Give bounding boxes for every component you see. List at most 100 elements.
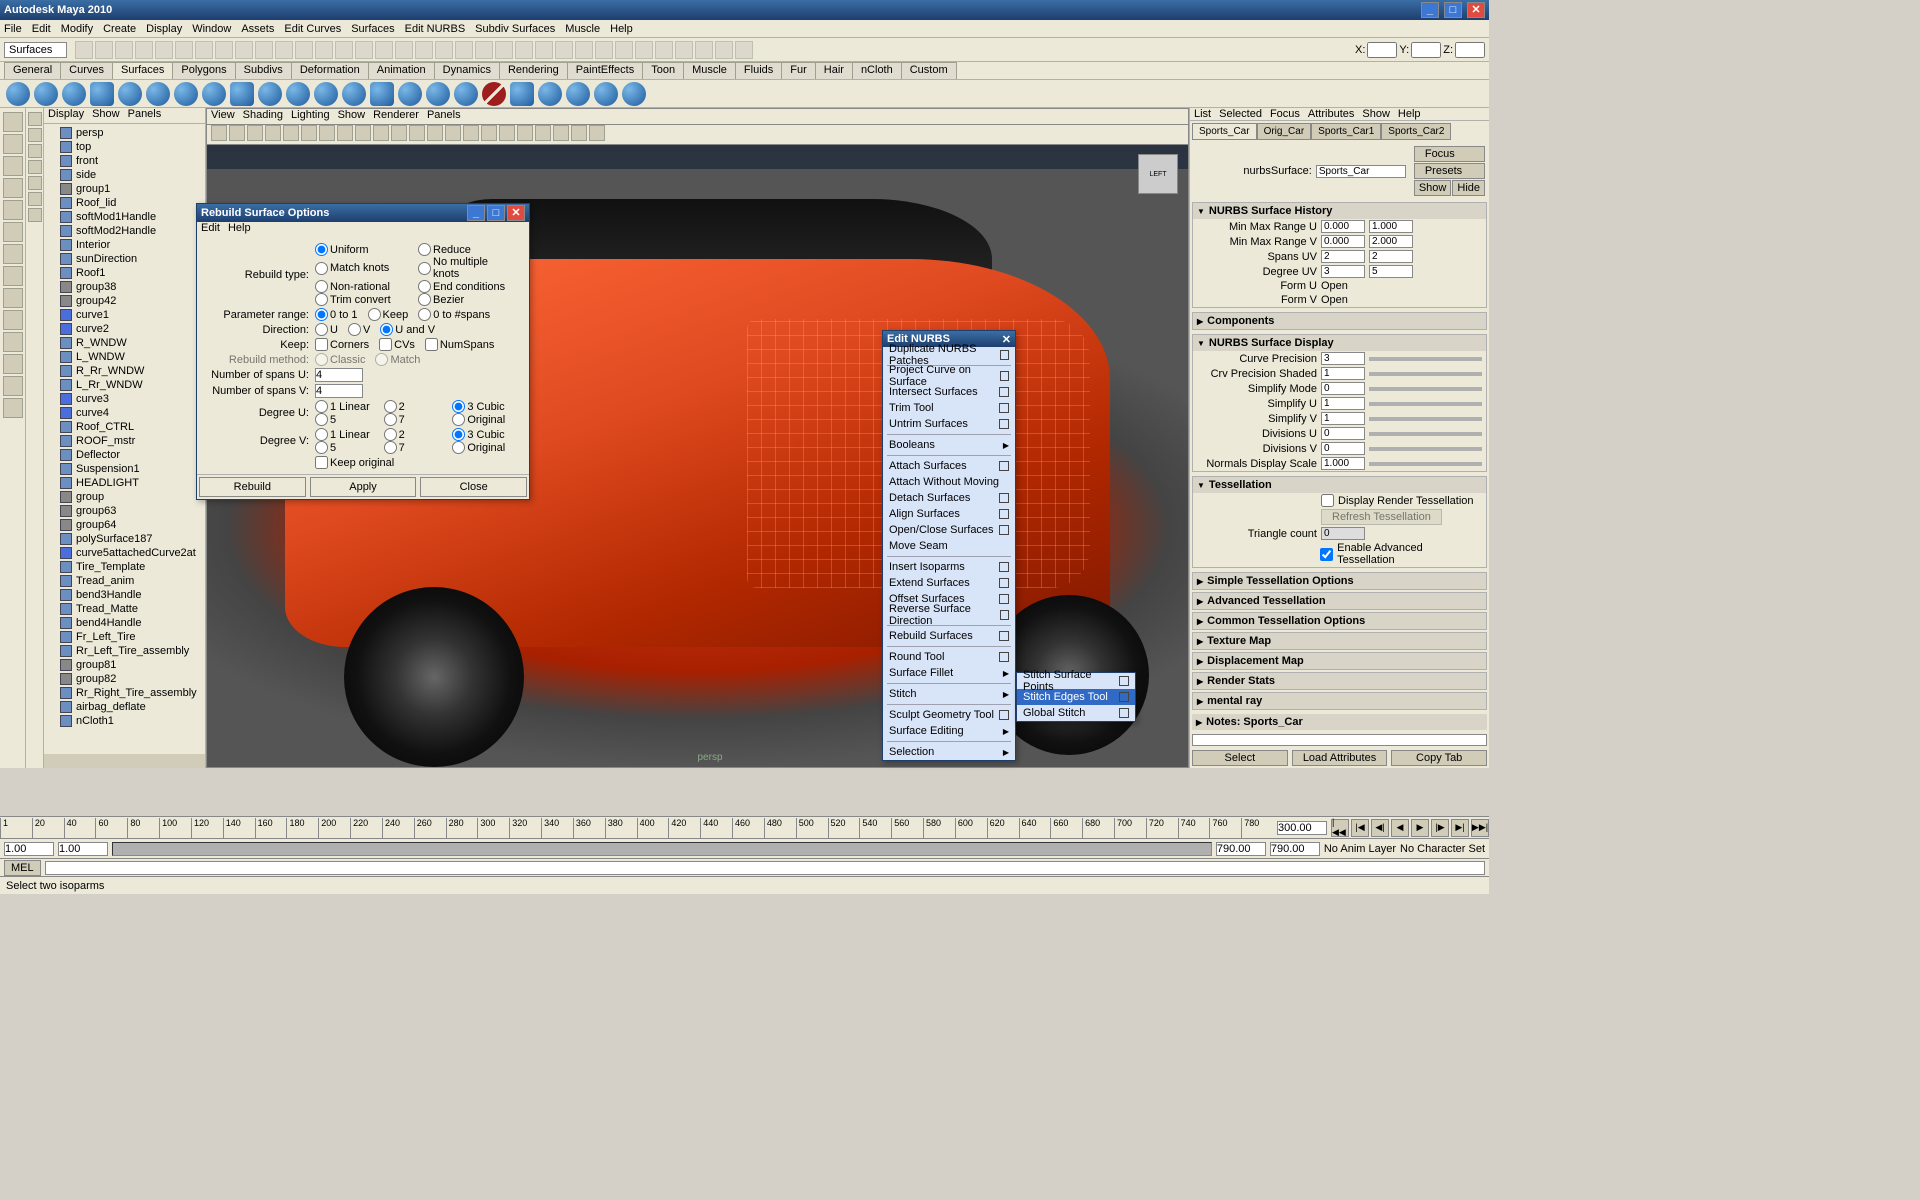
outliner-item[interactable]: Roof_lid — [46, 196, 203, 210]
shelf-tab-animation[interactable]: Animation — [368, 62, 435, 79]
menu-item[interactable]: Surface Editing — [883, 723, 1015, 739]
outliner-item[interactable]: Tread_anim — [46, 574, 203, 588]
dialog-titlebar[interactable]: Rebuild Surface Options _□✕ — [197, 204, 529, 222]
outliner-item[interactable]: group42 — [46, 294, 203, 308]
menu-item[interactable]: Move Seam — [883, 538, 1015, 554]
option-box-icon[interactable] — [999, 578, 1009, 588]
toolbar-button[interactable] — [375, 41, 393, 59]
option-box-icon[interactable] — [999, 419, 1009, 429]
toolbar-button[interactable] — [355, 41, 373, 59]
shelf-icon[interactable] — [426, 82, 450, 106]
viewport-icon[interactable] — [391, 125, 407, 141]
outliner-item[interactable]: bend3Handle — [46, 588, 203, 602]
viewport-icon[interactable] — [499, 125, 515, 141]
tool-button[interactable] — [3, 112, 23, 132]
toolbar-button[interactable] — [135, 41, 153, 59]
toolbar-button[interactable] — [675, 41, 693, 59]
outliner-item[interactable]: Tire_Template — [46, 560, 203, 574]
viewport-icon[interactable] — [247, 125, 263, 141]
viewport-icon[interactable] — [283, 125, 299, 141]
anim-layer-combo[interactable]: No Anim Layer — [1324, 843, 1396, 855]
outliner-item[interactable]: curve2 — [46, 322, 203, 336]
shelf-icon[interactable] — [90, 82, 114, 106]
shelf-tab-general[interactable]: General — [4, 62, 61, 79]
attr-tab[interactable]: Sports_Car1 — [1311, 123, 1381, 140]
current-frame-input[interactable] — [1277, 821, 1327, 835]
menu-subdiv-surfaces[interactable]: Subdiv Surfaces — [475, 23, 555, 35]
menu-window[interactable]: Window — [192, 23, 231, 35]
module-selector[interactable]: Surfaces — [4, 42, 67, 58]
outliner-item[interactable]: Tread_Matte — [46, 602, 203, 616]
option-box-icon[interactable] — [999, 493, 1009, 503]
toolbar-button[interactable] — [75, 41, 93, 59]
menu-item[interactable]: Untrim Surfaces — [883, 416, 1015, 432]
section-header[interactable]: Texture Map — [1193, 633, 1486, 649]
menu-item[interactable]: Reverse Surface Direction — [883, 607, 1015, 623]
minimize-button[interactable]: _ — [1421, 2, 1439, 18]
viewport-icon[interactable] — [337, 125, 353, 141]
shelf-icon[interactable] — [398, 82, 422, 106]
outliner-item[interactable]: Interior — [46, 238, 203, 252]
toolbar-button[interactable] — [395, 41, 413, 59]
section-header[interactable]: Simple Tessellation Options — [1193, 573, 1486, 589]
toolbar-button[interactable] — [415, 41, 433, 59]
outliner-item[interactable]: sunDirection — [46, 252, 203, 266]
outliner-item[interactable]: bend4Handle — [46, 616, 203, 630]
menu-file[interactable]: File — [4, 23, 22, 35]
option-box-icon[interactable] — [1000, 350, 1009, 360]
shelf-tab-ncloth[interactable]: nCloth — [852, 62, 902, 79]
attr-tab[interactable]: Sports_Car2 — [1381, 123, 1451, 140]
tool-button[interactable] — [3, 222, 23, 242]
menu-assets[interactable]: Assets — [241, 23, 274, 35]
viewport-icon[interactable] — [517, 125, 533, 141]
presets-button[interactable]: Presets — [1414, 163, 1485, 179]
anim-start-input[interactable] — [4, 842, 54, 856]
shelf-tab-deformation[interactable]: Deformation — [291, 62, 369, 79]
shelf-icon[interactable] — [286, 82, 310, 106]
menu-item[interactable]: Open/Close Surfaces — [883, 522, 1015, 538]
menu-muscle[interactable]: Muscle — [565, 23, 600, 35]
viewport-icon[interactable] — [445, 125, 461, 141]
select-button[interactable]: Select — [1192, 750, 1288, 766]
shelf-tab-painteffects[interactable]: PaintEffects — [567, 62, 644, 79]
menu-item[interactable]: Detach Surfaces — [883, 490, 1015, 506]
step-back-button[interactable]: ◀| — [1371, 819, 1389, 837]
toolbar-button[interactable] — [335, 41, 353, 59]
outliner-item[interactable]: curve4 — [46, 406, 203, 420]
menu-item[interactable]: Stitch — [883, 686, 1015, 702]
viewport-icon[interactable] — [571, 125, 587, 141]
layout-button[interactable] — [28, 160, 42, 174]
toolbar-button[interactable] — [715, 41, 733, 59]
option-box-icon[interactable] — [1119, 676, 1129, 686]
notes-area[interactable] — [1192, 734, 1487, 746]
shelf-icon[interactable] — [454, 82, 478, 106]
outliner-item[interactable]: polySurface187 — [46, 532, 203, 546]
toolbar-button[interactable] — [315, 41, 333, 59]
shelf-icon[interactable] — [34, 82, 58, 106]
shelf-icon[interactable] — [622, 82, 646, 106]
menu-item[interactable]: Selection — [883, 744, 1015, 760]
viewport-icon[interactable] — [373, 125, 389, 141]
toolbar-button[interactable] — [695, 41, 713, 59]
shelf-icon[interactable] — [314, 82, 338, 106]
viewport-icon[interactable] — [319, 125, 335, 141]
tool-button[interactable] — [3, 310, 23, 330]
layout-button[interactable] — [28, 144, 42, 158]
outliner-item[interactable]: L_Rr_WNDW — [46, 378, 203, 392]
section-header[interactable]: Render Stats — [1193, 673, 1486, 689]
outliner-item[interactable]: group1 — [46, 182, 203, 196]
submenu-item[interactable]: Global Stitch — [1017, 705, 1135, 721]
outliner-item[interactable]: group63 — [46, 504, 203, 518]
shelf-icon[interactable] — [258, 82, 282, 106]
menu-item[interactable]: Insert Isoparms — [883, 559, 1015, 575]
toolbar-button[interactable] — [475, 41, 493, 59]
shelf-icon[interactable] — [202, 82, 226, 106]
menu-item[interactable]: Sculpt Geometry Tool — [883, 707, 1015, 723]
copy-tab-button[interactable]: Copy Tab — [1391, 750, 1487, 766]
outliner-item[interactable]: Roof1 — [46, 266, 203, 280]
shelf-icon[interactable] — [6, 82, 30, 106]
toolbar-button[interactable] — [155, 41, 173, 59]
play-button[interactable]: ▶ — [1411, 819, 1429, 837]
option-box-icon[interactable] — [999, 509, 1009, 519]
outliner-item[interactable]: L_WNDW — [46, 350, 203, 364]
